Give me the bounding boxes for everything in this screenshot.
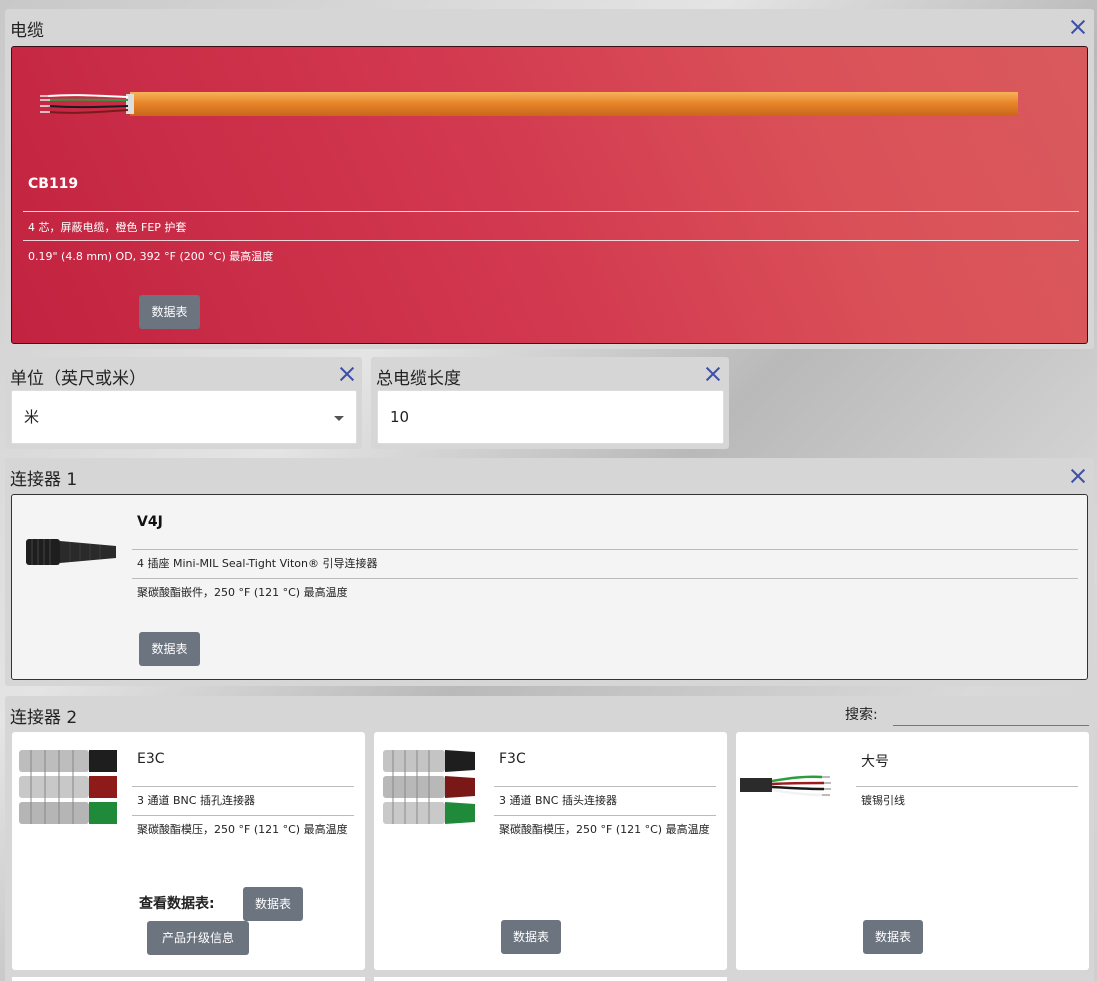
units-panel-title: 单位（英尺或米） (10, 369, 146, 389)
f3c-image (383, 750, 475, 824)
cable-datasheet-button[interactable]: 数据表 (139, 295, 200, 329)
search-label: 搜索: (845, 707, 878, 723)
e3c-name: E3C (137, 751, 165, 767)
tinned-leads-description: 镀锡引线 (861, 794, 905, 807)
close-units-icon[interactable] (338, 365, 356, 383)
length-input[interactable]: 10 (377, 390, 724, 444)
close-cable-icon[interactable] (1069, 18, 1087, 36)
f3c-description: 3 通道 BNC 插头连接器 (499, 794, 617, 807)
next-row-card-edge (374, 977, 727, 981)
connector1-panel-title: 连接器 1 (10, 470, 78, 490)
units-panel: 单位（英尺或米） 米 (5, 357, 362, 449)
cable-panel-title: 电缆 (10, 21, 44, 41)
cable-description: 4 芯，屏蔽电缆，橙色 FEP 护套 (28, 221, 187, 234)
connector1-panel: 连接器 1 V4J 4 插座 Mini-MIL Seal-Tight Viton… (5, 458, 1094, 686)
close-length-icon[interactable] (704, 365, 722, 383)
tinned-leads-image (740, 775, 831, 797)
f3c-name: F3C (499, 751, 526, 767)
connector-option-tinned-leads[interactable]: 大号 镀锡引线 数据表 (736, 732, 1089, 970)
connector-option-e3c[interactable]: E3C 3 通道 BNC 插孔连接器 聚碳酸酯模压，250 °F (121 °C… (12, 732, 365, 970)
divider (132, 815, 354, 816)
dropdown-caret-icon (334, 416, 344, 421)
connector2-panel-title: 连接器 2 (10, 708, 78, 728)
connector-option-f3c[interactable]: F3C 3 通道 BNC 插头连接器 聚碳酸酯模压，250 °F (121 °C… (374, 732, 727, 970)
close-connector1-icon[interactable] (1069, 467, 1087, 485)
cable-panel: 电缆 CB119 4 芯，屏蔽电缆，橙色 FEP 护套 0.19" (4.8 m… (5, 9, 1094, 349)
connector1-datasheet-button[interactable]: 数据表 (139, 632, 200, 666)
connector2-panel: 连接器 2 搜索: E3C 3 通道 BNC 插孔连接器 聚碳酸酯模压，250 … (5, 696, 1094, 981)
connector1-description: 4 插座 Mini-MIL Seal-Tight Viton® 引导连接器 (137, 557, 378, 570)
connector1-image (26, 539, 116, 565)
cable-name: CB119 (28, 176, 79, 192)
units-select[interactable]: 米 (11, 390, 357, 444)
units-selected-value: 米 (24, 408, 40, 426)
next-row-card-edge (12, 977, 365, 981)
connector1-name: V4J (137, 514, 163, 530)
divider (23, 211, 1079, 212)
f3c-datasheet-button[interactable]: 数据表 (501, 920, 561, 954)
tinned-leads-name: 大号 (861, 754, 889, 770)
search-input[interactable] (893, 700, 1089, 726)
connector1-specs: 聚碳酸酯嵌件，250 °F (121 °C) 最高温度 (137, 586, 348, 599)
f3c-specs: 聚碳酸酯模压，250 °F (121 °C) 最高温度 (499, 823, 710, 836)
e3c-upgrade-info-button[interactable]: 产品升级信息 (147, 921, 249, 955)
cable-image (40, 92, 1018, 116)
divider (132, 786, 354, 787)
e3c-datasheet-button[interactable]: 数据表 (243, 887, 303, 921)
divider (23, 240, 1079, 241)
connector1-card[interactable]: V4J 4 插座 Mini-MIL Seal-Tight Viton® 引导连接… (11, 494, 1088, 680)
cable-specs: 0.19" (4.8 mm) OD, 392 °F (200 °C) 最高温度 (28, 250, 274, 263)
length-panel: 总电缆长度 10 (371, 357, 729, 449)
divider (494, 815, 716, 816)
divider (494, 786, 716, 787)
cable-card[interactable]: CB119 4 芯，屏蔽电缆，橙色 FEP 护套 0.19" (4.8 mm) … (11, 46, 1088, 344)
divider (132, 578, 1078, 579)
length-panel-title: 总电缆长度 (376, 369, 461, 389)
e3c-description: 3 通道 BNC 插孔连接器 (137, 794, 255, 807)
e3c-image (19, 750, 117, 824)
view-datasheet-label: 查看数据表: (139, 896, 215, 912)
tinned-leads-datasheet-button[interactable]: 数据表 (863, 920, 923, 954)
divider (132, 549, 1078, 550)
e3c-specs: 聚碳酸酯模压，250 °F (121 °C) 最高温度 (137, 823, 348, 836)
divider (856, 786, 1078, 787)
length-value: 10 (390, 408, 410, 426)
